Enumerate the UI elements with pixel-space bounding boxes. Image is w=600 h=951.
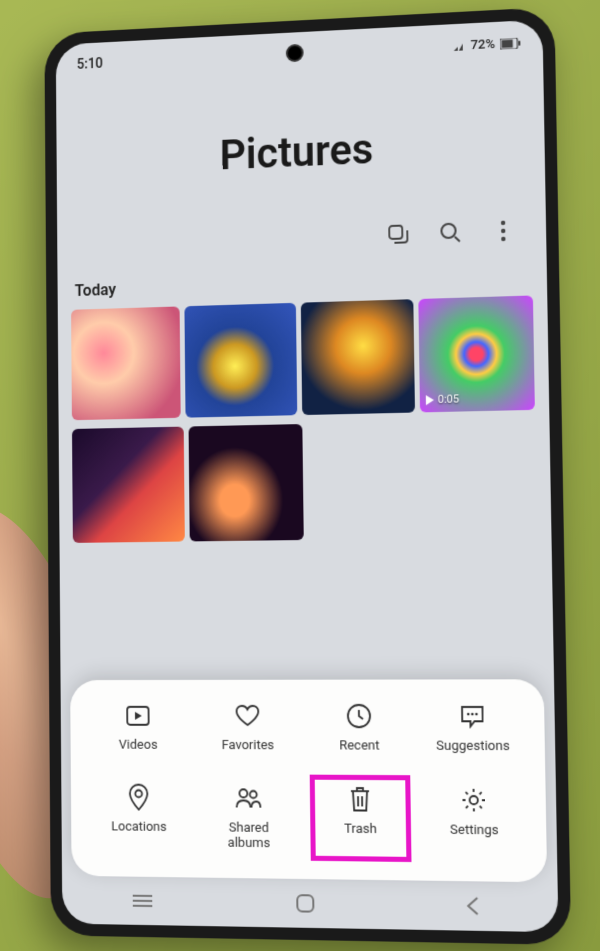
nav-home-button[interactable] — [275, 887, 335, 918]
suggestions-icon — [458, 702, 487, 731]
nav-back-button[interactable] — [442, 890, 504, 922]
menu-label: Locations — [111, 819, 167, 835]
nav-recents-button[interactable] — [113, 885, 172, 916]
video-duration: 0:05 — [438, 392, 460, 406]
photo-thumbnail[interactable] — [300, 299, 414, 415]
menu-bottom-sheet: Videos Favorites Recent Suggestions — [70, 679, 547, 882]
menu-label: Shared albums — [228, 820, 271, 852]
collage-button[interactable] — [386, 222, 410, 247]
photo-thumbnail[interactable] — [189, 424, 304, 541]
menu-favorites[interactable]: Favorites — [192, 702, 303, 754]
menu-videos[interactable]: Videos — [84, 702, 193, 754]
menu-trash[interactable]: Trash — [304, 784, 418, 853]
menu-suggestions[interactable]: Suggestions — [415, 702, 530, 755]
heart-icon — [234, 702, 262, 730]
clock-icon — [345, 702, 373, 730]
menu-label: Settings — [450, 822, 499, 838]
menu-settings[interactable]: Settings — [416, 785, 532, 855]
page-title: Pictures — [85, 119, 514, 186]
people-icon — [234, 784, 262, 812]
menu-label: Favorites — [222, 738, 274, 754]
thumbnail-row-2 — [59, 413, 552, 547]
menu-shared-albums[interactable]: Shared albums — [193, 783, 305, 852]
status-time: 5:10 — [77, 55, 103, 72]
play-icon — [426, 394, 434, 404]
front-camera — [288, 45, 302, 59]
battery-percent: 72% — [470, 36, 495, 52]
photo-thumbnail[interactable] — [72, 426, 185, 542]
more-options-button[interactable] — [491, 218, 516, 243]
header-area: Pictures — [56, 57, 546, 225]
thumbnail-row-1: 0:05 — [58, 290, 550, 424]
video-play-icon — [124, 702, 151, 730]
photo-thumbnail[interactable] — [185, 302, 297, 417]
menu-label: Suggestions — [436, 738, 510, 754]
phone-screen: 5:10 72% Pictures Today — [56, 19, 559, 932]
menu-recent[interactable]: Recent — [303, 702, 416, 755]
android-nav-bar — [62, 875, 558, 932]
annotation-highlight — [310, 774, 412, 862]
status-indicators: 72% — [453, 35, 520, 53]
menu-label: Recent — [339, 738, 379, 754]
search-button[interactable] — [438, 220, 463, 245]
menu-locations[interactable]: Locations — [84, 783, 193, 851]
gear-icon — [459, 785, 488, 814]
video-duration-badge: 0:05 — [426, 392, 460, 406]
location-pin-icon — [125, 783, 152, 811]
photo-thumbnail[interactable] — [71, 306, 181, 420]
network-icons — [453, 40, 465, 51]
battery-icon — [500, 37, 520, 49]
video-thumbnail[interactable]: 0:05 — [418, 295, 535, 412]
phone-device-frame: 5:10 72% Pictures Today — [44, 6, 571, 944]
menu-label: Videos — [119, 737, 158, 753]
